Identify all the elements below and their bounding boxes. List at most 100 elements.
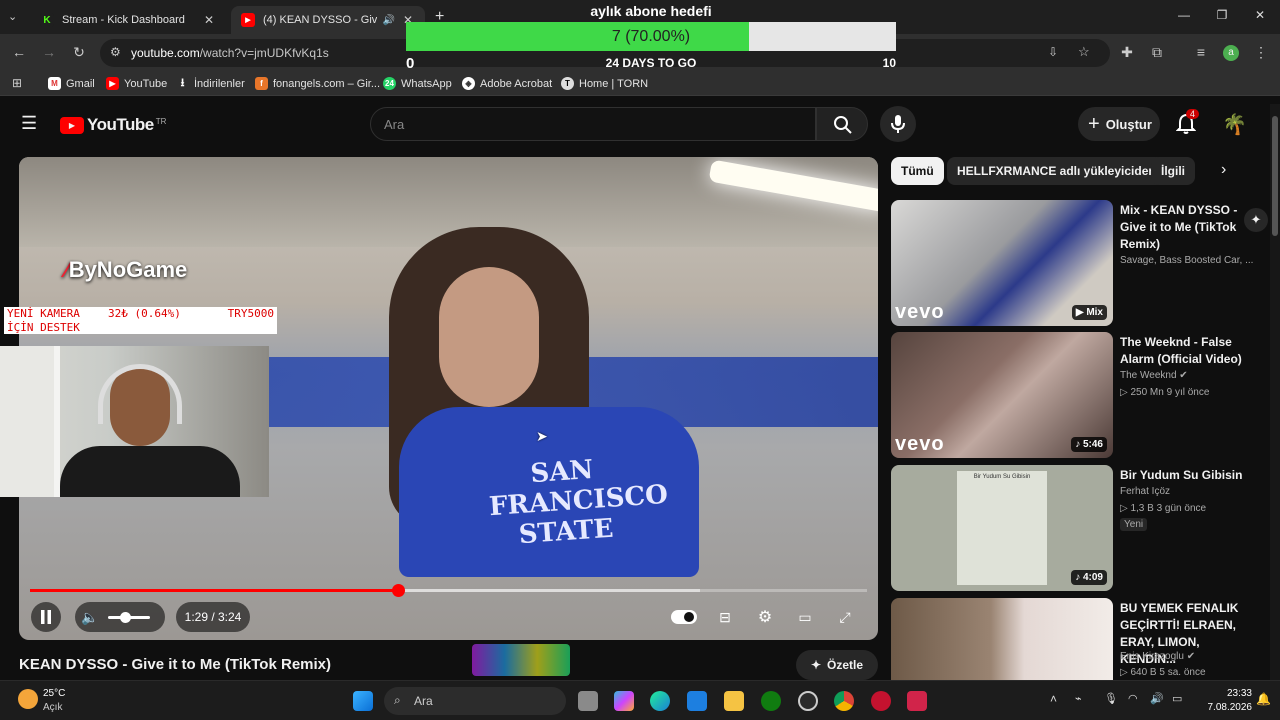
video-title[interactable]: The Weeknd - False Alarm (Official Video… — [1120, 334, 1255, 368]
mouse-cursor-icon: ➤ — [536, 428, 548, 444]
voice-search-button[interactable] — [880, 106, 916, 142]
tray-mic-icon[interactable]: 🎙 — [1104, 692, 1118, 705]
bookmark-gmail[interactable]: M Gmail — [48, 77, 95, 90]
summarize-button[interactable]: ✦ Özetle — [796, 650, 878, 680]
minimize-button[interactable]: — — [1174, 8, 1194, 22]
theater-mode-button[interactable]: ▭ — [789, 602, 821, 632]
tray-battery-icon[interactable]: ▭ — [1172, 692, 1182, 705]
chrome-icon[interactable] — [834, 691, 854, 711]
clock-date[interactable]: 7.08.2026 — [1196, 702, 1253, 713]
audio-playing-icon[interactable]: 🔊 — [383, 15, 395, 26]
video-thumbnail[interactable]: vevo ♪ 5:46 — [891, 332, 1113, 458]
back-icon[interactable]: ← — [10, 44, 28, 60]
apps-grid-icon[interactable]: ⊞ — [8, 76, 26, 90]
obs-icon[interactable] — [798, 691, 818, 711]
recommendation-item[interactable]: BU YEMEK FENALIK GEÇİRTTİ! ELRAEN, ERAY,… — [891, 598, 1261, 680]
video-title[interactable]: Mix - KEAN DYSSO - Give it to Me (TikTok… — [1120, 202, 1255, 253]
recommendation-item[interactable]: vevo ♪ 5:46 The Weeknd - False Alarm (Of… — [891, 332, 1261, 458]
notification-center-icon[interactable]: 🔔 — [1256, 692, 1271, 706]
bookmark-whatsapp[interactable]: 24 WhatsApp — [383, 77, 452, 90]
install-app-icon[interactable]: ⇩ — [1048, 45, 1058, 59]
search-input[interactable]: Ara — [370, 107, 816, 141]
task-view-icon[interactable] — [578, 691, 598, 711]
avatar[interactable]: 🌴 — [1222, 112, 1247, 137]
chip-from-uploader[interactable]: HELLFXRMANCE adlı yükleyiciden — [947, 157, 1166, 185]
tray-wifi-icon[interactable]: ◠ — [1128, 692, 1138, 705]
tab-search-icon[interactable]: ⌄ — [8, 10, 17, 23]
video-thumbnail[interactable]: vevo ▶ Mix — [891, 200, 1113, 326]
progress-bar[interactable] — [30, 584, 867, 597]
menu-icon[interactable]: ⋮ — [1252, 44, 1270, 61]
recommendation-item[interactable]: Bir Yudum Su Gibisin ♪ 4:09 Bir Yudum Su… — [891, 465, 1261, 591]
xbox-icon[interactable] — [761, 691, 781, 711]
file-explorer-icon[interactable] — [724, 691, 744, 711]
channel-name[interactable]: The Weeknd ✔ — [1120, 370, 1255, 381]
weather-icon[interactable] — [18, 689, 38, 709]
bookmark-adobe[interactable]: ◈ Adobe Acrobat — [462, 77, 552, 90]
tray-chevron-icon[interactable]: ˄ — [1050, 692, 1057, 706]
page-scrollbar[interactable] — [1270, 104, 1280, 680]
search-button[interactable] — [816, 107, 868, 141]
tray-network-icon[interactable]: ⌁ — [1075, 692, 1082, 705]
tray-volume-icon[interactable]: 🔊 — [1150, 692, 1164, 705]
bookmark-star-icon[interactable]: ☆ — [1078, 44, 1090, 60]
app-icon-pink[interactable] — [907, 691, 927, 711]
scrollbar-thumb[interactable] — [1272, 116, 1278, 236]
clock-time[interactable]: 23:33 — [1212, 688, 1252, 699]
subtitles-button[interactable]: ⊟ — [709, 602, 741, 632]
pause-button[interactable] — [31, 602, 61, 632]
edge-icon[interactable] — [650, 691, 670, 711]
sparkle-icon: ✦ — [810, 658, 822, 672]
store-icon[interactable] — [687, 691, 707, 711]
chip-all[interactable]: Tümü — [891, 157, 944, 185]
volume-slider[interactable] — [108, 611, 151, 623]
volume-control[interactable]: 🔈 — [75, 602, 165, 632]
maximize-button[interactable]: ❐ — [1212, 8, 1232, 22]
channel-name[interactable]: Savage, Bass Boosted Car, ... — [1120, 255, 1255, 266]
chip-related[interactable]: İlgili — [1151, 157, 1195, 185]
bookmark-fonangels[interactable]: f fonangels.com – Gir... — [255, 77, 380, 90]
tab-youtube[interactable]: ▶ (4) KEAN DYSSO - Give it to 🔊 ✕ — [231, 6, 425, 34]
volume-icon[interactable]: 🔈 — [81, 609, 98, 626]
pause-icon — [41, 610, 51, 624]
youtube-logo[interactable]: ▶ YouTube TR — [60, 115, 166, 135]
hamburger-menu-icon[interactable]: ☰ — [21, 113, 37, 134]
taskbar-search[interactable]: ⌕ Ara — [384, 687, 566, 715]
start-windows-icon[interactable] — [353, 691, 373, 711]
profile-avatar[interactable]: a — [1223, 45, 1239, 61]
weather-condition[interactable]: Açık — [43, 702, 62, 713]
video-thumbnail[interactable]: Bir Yudum Su Gibisin ♪ 4:09 — [891, 465, 1113, 591]
plus-icon: + — [1088, 113, 1100, 135]
tab-title: (4) KEAN DYSSO - Give it to — [263, 14, 377, 26]
autoplay-toggle[interactable] — [668, 602, 700, 632]
app-icon-red[interactable] — [871, 691, 891, 711]
copilot-icon[interactable] — [614, 691, 634, 711]
settings-button[interactable]: ⚙ — [749, 602, 781, 632]
video-thumbnail[interactable] — [891, 598, 1113, 680]
extensions-puzzle-icon[interactable]: ⧉ — [1148, 44, 1166, 61]
fullscreen-button[interactable]: ⤢ — [829, 602, 861, 632]
extension-icon[interactable]: ✚ — [1118, 44, 1136, 61]
url-text[interactable]: youtube.com/watch?v=jmUDKfvKq1s — [131, 46, 329, 60]
media-control-icon[interactable]: ≡ — [1192, 44, 1210, 60]
create-button[interactable]: + Oluştur — [1078, 107, 1160, 141]
weather-temperature[interactable]: 25°C — [43, 688, 65, 699]
tab-kick-dashboard[interactable]: K Stream - Kick Dashboard ✕ — [30, 6, 226, 34]
bookmark-downloads[interactable]: ⭳ İndirilenler — [176, 77, 245, 90]
progress-scrubber[interactable] — [392, 584, 406, 597]
notifications-button[interactable]: 4 — [1175, 109, 1200, 140]
bookmark-youtube[interactable]: ▶ YouTube — [106, 77, 167, 90]
forward-icon[interactable]: → — [40, 44, 58, 60]
bookmark-torn[interactable]: T Home | TORN — [561, 77, 648, 90]
video-title[interactable]: Bir Yudum Su Gibisin — [1120, 467, 1255, 484]
volume-knob[interactable] — [120, 611, 132, 623]
close-tab-icon[interactable]: ✕ — [202, 13, 216, 27]
site-info-icon[interactable]: ⚙ — [110, 45, 121, 59]
channel-name[interactable]: Ferhat İçöz — [1120, 486, 1255, 497]
channel-name[interactable]: Enis Kirazoglu ✔ — [1120, 651, 1255, 662]
video-stats: ▷ 640 B 5 sa. önce — [1120, 667, 1206, 678]
chevron-right-icon[interactable]: › — [1221, 161, 1226, 179]
recommendation-item[interactable]: vevo ▶ Mix Mix - KEAN DYSSO - Give it to… — [891, 200, 1261, 326]
reload-icon[interactable]: ↻ — [70, 44, 88, 61]
close-window-button[interactable]: ✕ — [1250, 8, 1270, 22]
